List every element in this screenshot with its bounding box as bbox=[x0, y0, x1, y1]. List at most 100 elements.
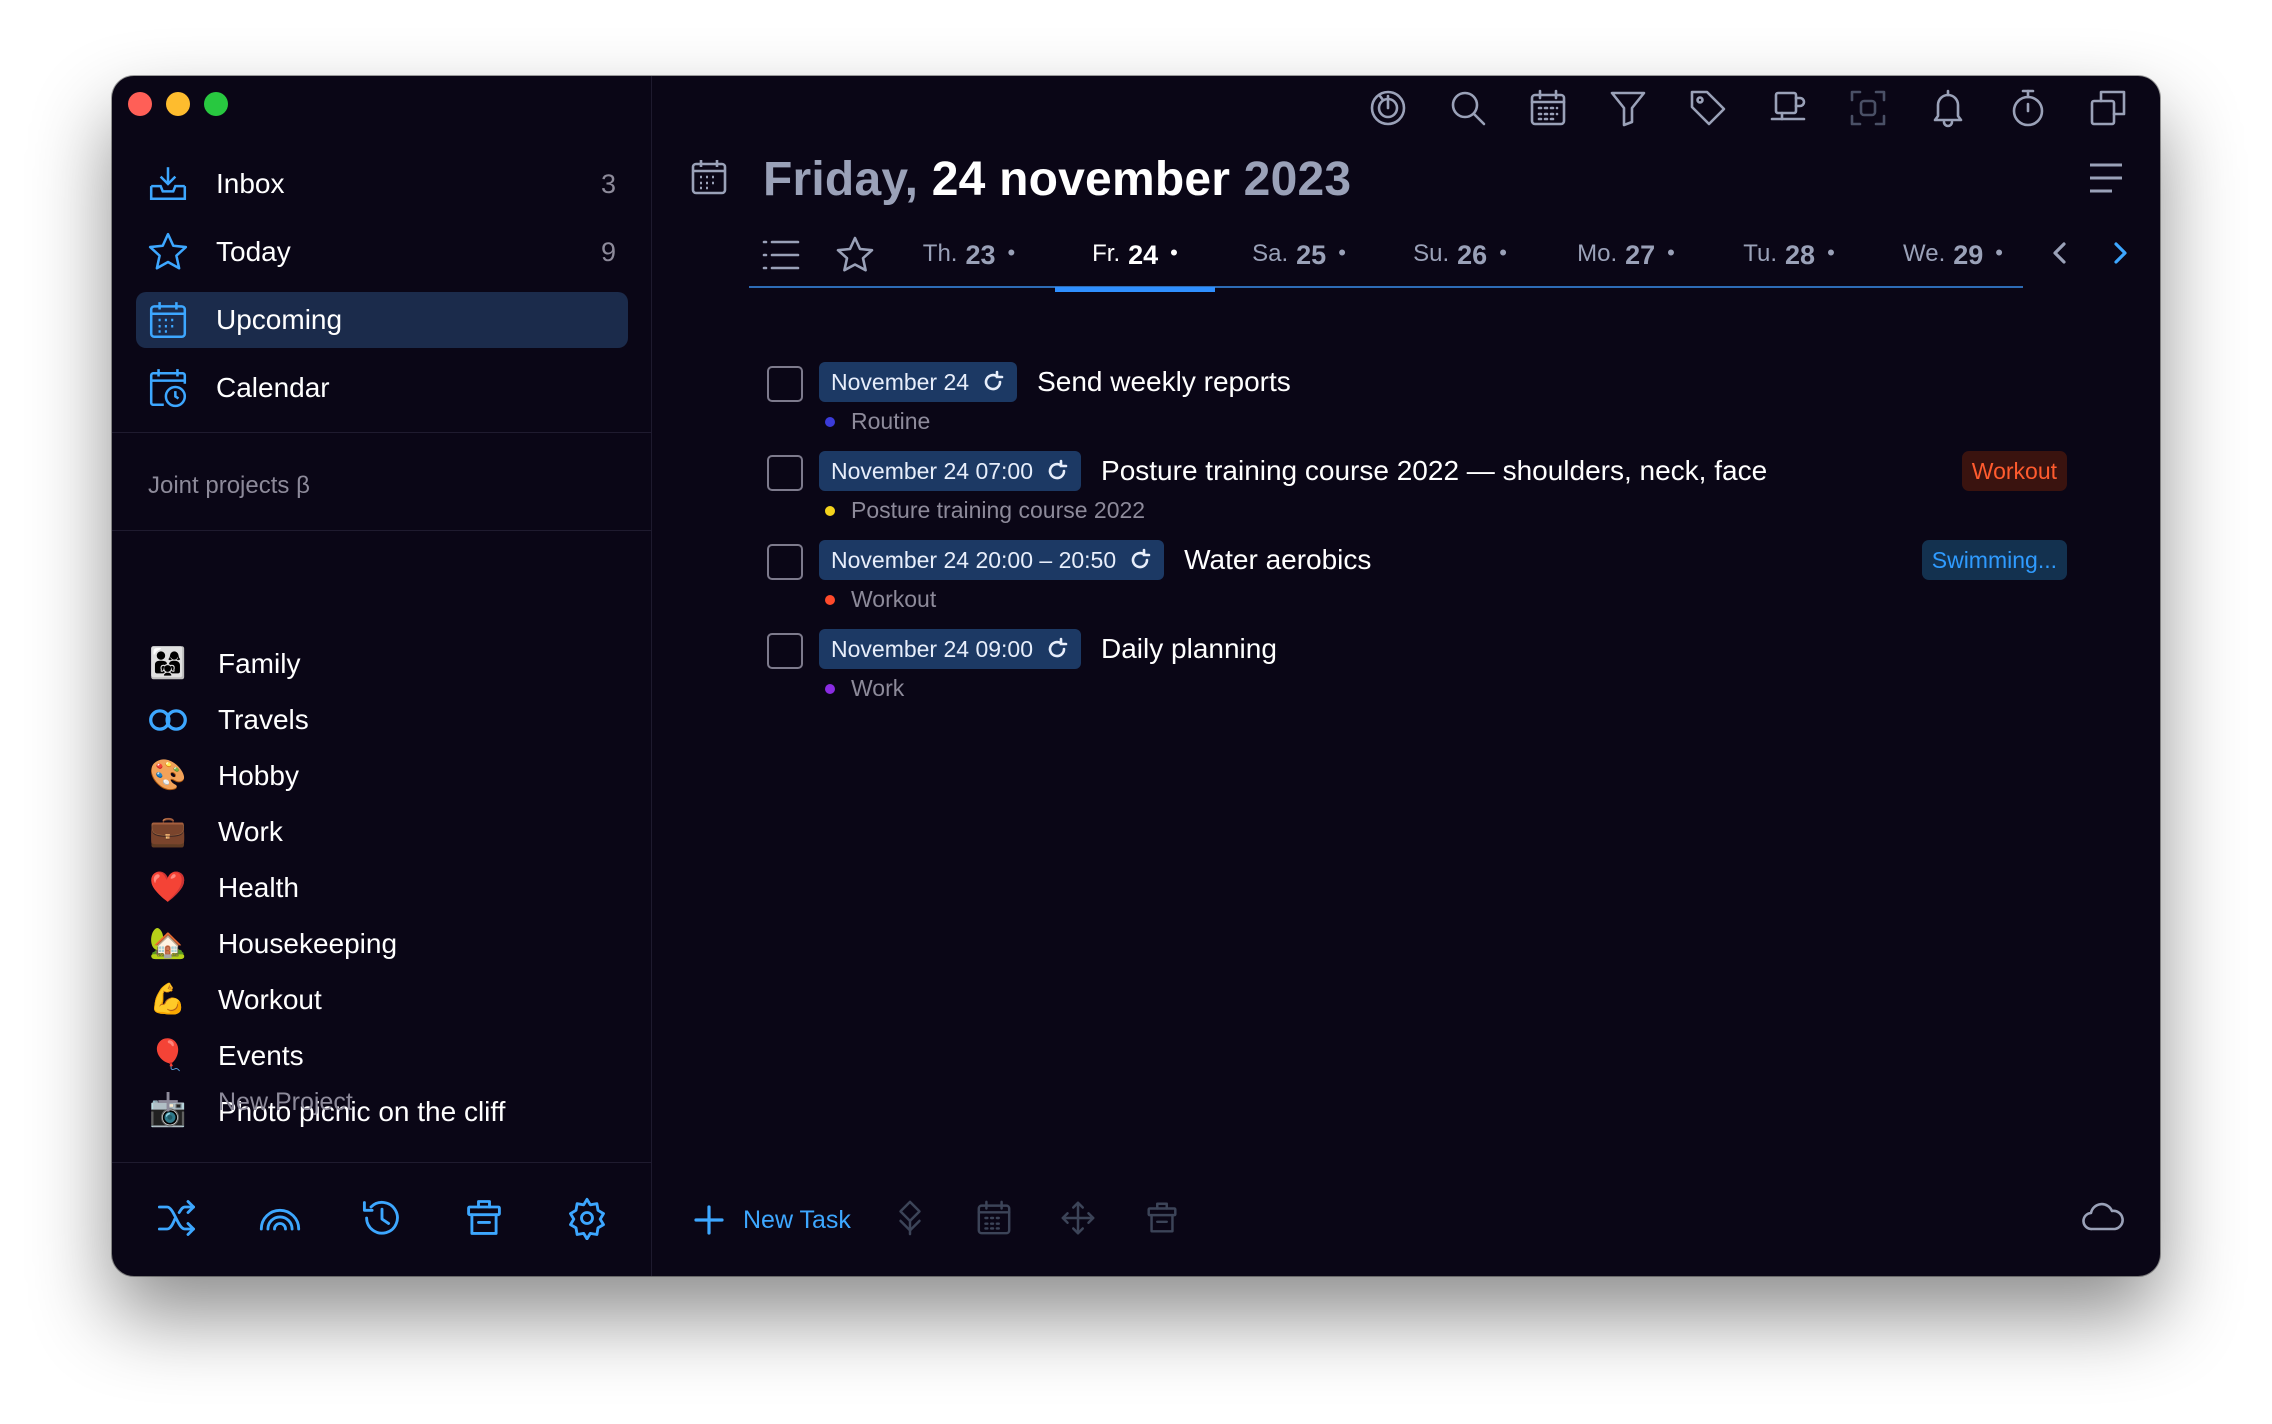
chevron-left-icon[interactable] bbox=[2043, 236, 2077, 275]
day-tab-wed[interactable]: We. 29 • bbox=[1891, 240, 2015, 288]
day-dot: • bbox=[1499, 240, 1507, 265]
task-title: Water aerobics bbox=[1184, 544, 1372, 575]
rainbow-icon[interactable] bbox=[258, 1196, 302, 1245]
day-tab-tue[interactable]: Tu. 28 • bbox=[1729, 240, 1849, 288]
sidebar-item-today[interactable]: Today 9 bbox=[136, 224, 628, 280]
shuffle-icon[interactable] bbox=[155, 1196, 199, 1245]
sidebar-item-upcoming[interactable]: Upcoming bbox=[136, 292, 628, 348]
move-icon[interactable] bbox=[1059, 1199, 1097, 1242]
task-item[interactable]: November 24 Send weekly reports Routine bbox=[767, 362, 2067, 451]
new-project-button[interactable]: + New Project bbox=[148, 1082, 353, 1122]
task-date-pill[interactable]: November 24 07:00 bbox=[819, 451, 1082, 491]
new-task-button[interactable]: New Task bbox=[693, 1204, 851, 1236]
star-icon[interactable] bbox=[835, 236, 875, 279]
day-tab-mon[interactable]: Mo. 27 • bbox=[1564, 240, 1688, 288]
focus-icon[interactable] bbox=[1368, 88, 1408, 133]
close-window-button[interactable] bbox=[128, 92, 152, 116]
task-item[interactable]: November 24 20:00 – 20:50 Water aerobics… bbox=[767, 540, 2067, 629]
task-checkbox[interactable] bbox=[767, 366, 803, 402]
main-panel: Friday, 24 november 2023 Th. 23 • Fr. 24 • S… bbox=[653, 76, 2160, 1276]
chevron-right-icon[interactable] bbox=[2103, 236, 2137, 275]
menu-icon[interactable] bbox=[2088, 162, 2124, 199]
sidebar-divider bbox=[112, 530, 652, 531]
day-tab-sun[interactable]: Su. 26 • bbox=[1400, 240, 1520, 288]
sidebar-item-inbox[interactable]: Inbox 3 bbox=[136, 156, 628, 212]
trash-icon[interactable] bbox=[462, 1196, 506, 1245]
search-icon[interactable] bbox=[1448, 88, 1488, 133]
task-item[interactable]: November 24 07:00 Posture training cours… bbox=[767, 451, 2067, 540]
minimize-window-button[interactable] bbox=[166, 92, 190, 116]
project-item-work[interactable]: 💼 Work bbox=[148, 804, 628, 860]
star-icon bbox=[146, 230, 190, 274]
task-date: November 24 09:00 bbox=[831, 635, 1034, 662]
sidebar-item-label: Calendar bbox=[216, 372, 330, 403]
house-icon: 🏡 bbox=[149, 927, 187, 960]
task-tag-workout[interactable]: Workout bbox=[1961, 451, 2067, 491]
inbox-icon bbox=[146, 162, 190, 206]
task-date-pill[interactable]: November 24 20:00 – 20:50 bbox=[819, 540, 1165, 580]
project-color-dot bbox=[825, 594, 835, 605]
task-item[interactable]: November 24 09:00 Daily planning Work bbox=[767, 629, 2067, 718]
task-title: Daily planning bbox=[1101, 633, 1277, 664]
project-item-events[interactable]: 🎈 Events bbox=[148, 1028, 628, 1084]
timer-icon[interactable] bbox=[2008, 88, 2048, 133]
project-list: 👨‍👩‍👧 Family Travels 🎨 Hobby 💼 Work ❤️ H… bbox=[148, 636, 628, 1140]
calendar-icon[interactable] bbox=[689, 157, 729, 202]
title-date: 24 november bbox=[931, 153, 1231, 206]
project-item-travels[interactable]: Travels bbox=[148, 692, 628, 748]
project-label: Events bbox=[218, 1040, 304, 1071]
cloud-icon[interactable] bbox=[2082, 1200, 2124, 1237]
coffee-icon[interactable] bbox=[1768, 88, 1808, 133]
project-item-hobby[interactable]: 🎨 Hobby bbox=[148, 748, 628, 804]
priority-icon[interactable] bbox=[891, 1199, 929, 1242]
task-list: November 24 Send weekly reports Routine … bbox=[767, 362, 2067, 718]
sidebar-toolbar bbox=[112, 1164, 652, 1276]
inbox-count: 3 bbox=[600, 168, 616, 199]
project-item-housekeeping[interactable]: 🏡 Housekeeping bbox=[148, 916, 628, 972]
copy-icon[interactable] bbox=[2088, 88, 2128, 133]
task-row: November 24 20:00 – 20:50 Water aerobics bbox=[819, 540, 1371, 580]
bell-icon[interactable] bbox=[1928, 88, 1968, 133]
joint-projects-title[interactable]: Joint projects β bbox=[148, 472, 310, 500]
repeat-icon bbox=[1131, 548, 1151, 569]
list-icon[interactable] bbox=[761, 236, 801, 279]
day-number: 28 bbox=[1785, 240, 1816, 270]
project-item-health[interactable]: ❤️ Health bbox=[148, 860, 628, 916]
project-item-workout[interactable]: 💪 Workout bbox=[148, 972, 628, 1028]
filter-icon[interactable] bbox=[1608, 88, 1648, 133]
trash-icon[interactable] bbox=[1143, 1199, 1181, 1242]
task-project-label: Posture training course 2022 bbox=[851, 497, 1146, 523]
task-tag-swimming[interactable]: Swimming... bbox=[1921, 540, 2067, 580]
task-project: Routine bbox=[825, 408, 930, 435]
project-color-dot bbox=[825, 416, 835, 427]
sidebar-divider bbox=[112, 432, 652, 433]
zoom-window-button[interactable] bbox=[204, 92, 228, 116]
project-label: Housekeeping bbox=[218, 928, 398, 959]
scan-icon[interactable] bbox=[1848, 88, 1888, 133]
task-date-pill[interactable]: November 24 09:00 bbox=[819, 629, 1082, 669]
heart-icon: ❤️ bbox=[149, 871, 187, 904]
project-item-family[interactable]: 👨‍👩‍👧 Family bbox=[148, 636, 628, 692]
task-checkbox[interactable] bbox=[767, 633, 803, 669]
tag-icon[interactable] bbox=[1688, 88, 1728, 133]
day-tab-sat[interactable]: Sa. 25 • bbox=[1239, 240, 1359, 288]
sidebar-item-label: Upcoming bbox=[216, 304, 343, 335]
project-color-dot bbox=[825, 683, 835, 694]
task-checkbox[interactable] bbox=[767, 544, 803, 580]
task-row: November 24 Send weekly reports bbox=[819, 362, 1291, 402]
day-dot: • bbox=[1170, 240, 1178, 265]
calendar-icon[interactable] bbox=[1528, 88, 1568, 133]
task-date-pill[interactable]: November 24 bbox=[819, 362, 1018, 402]
new-project-label: New Project bbox=[218, 1087, 353, 1116]
calendar-icon[interactable] bbox=[975, 1199, 1013, 1242]
day-number: 26 bbox=[1457, 240, 1488, 270]
day-tab-fri[interactable]: Fr. 24 • bbox=[1055, 240, 1215, 292]
history-icon[interactable] bbox=[360, 1196, 404, 1245]
settings-icon[interactable] bbox=[565, 1196, 609, 1245]
task-checkbox[interactable] bbox=[767, 455, 803, 491]
flexed-arm-icon: 💪 bbox=[149, 983, 187, 1016]
day-tab-thu[interactable]: Th. 23 • bbox=[909, 240, 1029, 288]
sidebar-item-calendar[interactable]: Calendar bbox=[136, 360, 628, 416]
app-window: Inbox 3 Today 9 Upcoming Calendar Joint … bbox=[112, 76, 2160, 1276]
task-title: Send weekly reports bbox=[1037, 366, 1291, 397]
